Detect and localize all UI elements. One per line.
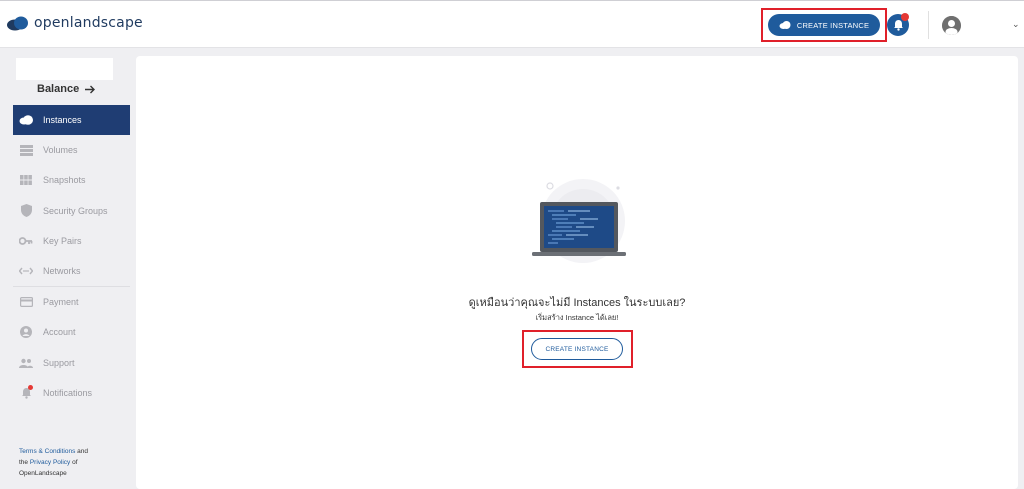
balance-link[interactable]: Balance [37, 83, 96, 95]
sidebar-item-networks[interactable]: Networks [13, 256, 130, 286]
card-icon [19, 295, 33, 309]
notification-badge [901, 13, 909, 21]
logo-text-prefix: open [34, 15, 70, 31]
empty-laptop-illustration [532, 179, 626, 263]
support-icon [19, 356, 33, 370]
sidebar-item-label: Notifications [43, 387, 93, 398]
logo[interactable]: openlandscape [6, 15, 143, 31]
sidebar-item-label: Support [43, 357, 75, 368]
sidebar-nav: Instances Volumes Snapshots Security Gro… [13, 105, 130, 408]
notification-dot [28, 384, 33, 390]
sidebar-item-label: Security Groups [43, 205, 108, 216]
avatar[interactable] [942, 16, 961, 35]
chevron-down-icon[interactable]: ⌄ [1012, 19, 1020, 30]
sidebar-item-label: Volumes [43, 145, 78, 156]
sidebar-item-volumes[interactable]: Volumes [13, 135, 130, 165]
create-instance-button-header[interactable]: CREATE INSTANCE [768, 14, 880, 36]
user-avatar-icon [942, 16, 961, 35]
sidebar-item-account[interactable]: Account [13, 317, 130, 347]
account-icon [19, 325, 33, 339]
arrow-right-icon [85, 85, 96, 93]
sidebar: Balance Instances Volumes Snapshots Secu… [0, 48, 130, 489]
volumes-icon [19, 143, 33, 157]
sidebar-footer: Terms & Conditions and the Privacy Polic… [19, 446, 119, 479]
key-icon [19, 234, 33, 248]
header-divider [928, 11, 929, 39]
network-icon [19, 264, 33, 278]
top-header: openlandscape CREATE INSTANCE ⌄ [0, 0, 1024, 48]
logo-text-suffix: landscape [69, 15, 143, 31]
footer-text: and [75, 448, 89, 455]
sidebar-item-notifications[interactable]: Notifications [13, 378, 130, 408]
balance-label: Balance [37, 83, 80, 95]
footer-text: the [19, 459, 30, 466]
sidebar-item-instances[interactable]: Instances [13, 105, 130, 136]
footer-text: of [70, 459, 78, 466]
sidebar-item-key-pairs[interactable]: Key Pairs [13, 226, 130, 256]
bell-icon [893, 20, 903, 31]
bell-icon [19, 384, 33, 400]
logo-text: openlandscape [34, 15, 143, 31]
sidebar-item-label: Instances [43, 115, 82, 126]
sidebar-item-security-groups[interactable]: Security Groups [13, 196, 130, 226]
empty-state-title: ดูเหมือนว่าคุณจะไม่มี Instances ในระบบเล… [468, 297, 686, 309]
user-name[interactable] [966, 18, 1010, 32]
sidebar-item-label: Networks [43, 266, 81, 277]
create-instance-button-main[interactable]: CREATE INSTANCE [531, 338, 623, 360]
sidebar-item-payment[interactable]: Payment [13, 287, 130, 317]
sidebar-item-label: Snapshots [43, 175, 86, 186]
shield-icon [19, 204, 33, 218]
sidebar-item-label: Key Pairs [43, 235, 82, 246]
create-instance-label: CREATE INSTANCE [796, 20, 870, 30]
snapshots-icon [19, 173, 33, 187]
sidebar-item-label: Payment [43, 297, 79, 308]
sidebar-item-snapshots[interactable]: Snapshots [13, 165, 130, 195]
sidebar-item-support[interactable]: Support [13, 348, 130, 378]
terms-link[interactable]: Terms & Conditions [19, 448, 75, 455]
cloud-icon [779, 21, 791, 29]
main-content [136, 56, 1018, 489]
empty-state-subtitle: เริ่มสร้าง Instance ได้เลย! [535, 313, 619, 322]
privacy-link[interactable]: Privacy Policy [30, 459, 70, 466]
footer-company: OpenLandscape [19, 470, 67, 477]
cloud-icon [19, 113, 33, 127]
balance-amount [16, 58, 113, 80]
cloud-logo-icon [7, 16, 28, 31]
sidebar-item-label: Account [43, 327, 76, 338]
